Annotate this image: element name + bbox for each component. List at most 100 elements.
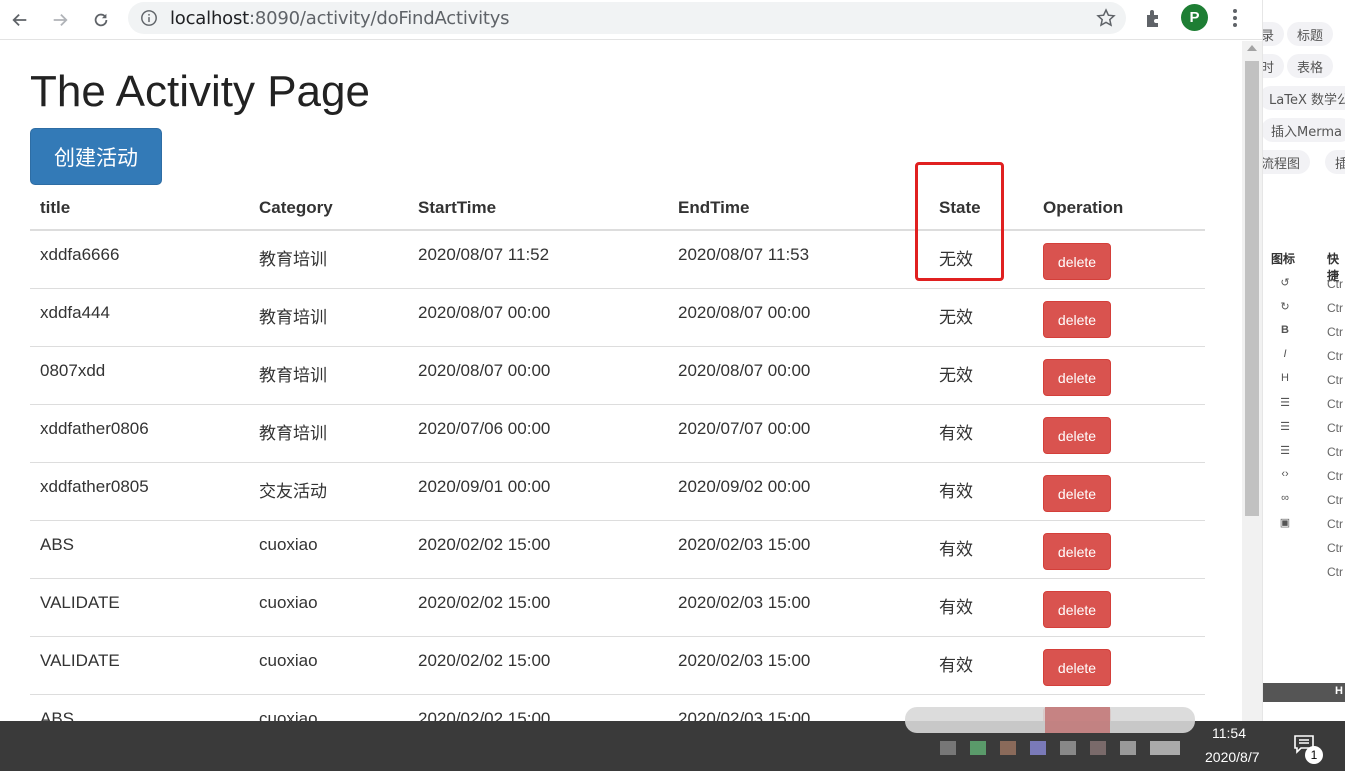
delete-button[interactable]: delete [1043, 533, 1111, 570]
scroll-thumb[interactable] [1245, 61, 1259, 516]
tag-item[interactable]: 标题 [1287, 22, 1334, 46]
cell-state: 无效 [939, 366, 973, 386]
cell-state: 有效 [939, 598, 973, 618]
tray-icon[interactable] [1120, 741, 1136, 755]
tag-item[interactable]: 插 [1325, 150, 1345, 174]
table-row: ABS cuoxiao 2020/02/02 15:00 2020/02/03 … [30, 521, 1205, 579]
url-text[interactable]: localhost:8090/activity/doFindActivitys [170, 8, 510, 29]
table-row: 0807xdd 教育培训 2020/08/07 00:00 2020/08/07… [30, 347, 1205, 405]
back-button[interactable] [6, 6, 34, 34]
table-row: xddfather0805 交友活动 2020/09/01 00:00 2020… [30, 463, 1205, 521]
cell-title: VALIDATE [40, 593, 120, 612]
header-end-time: EndTime [678, 198, 750, 217]
scroll-up-arrow-icon[interactable] [1247, 45, 1257, 51]
tray-icon[interactable] [1000, 741, 1016, 755]
shortcut-icon-header: 图标 [1271, 252, 1296, 266]
tag-item[interactable]: 录 [1263, 22, 1285, 46]
page-scrollbar[interactable] [1242, 41, 1262, 721]
cell-end-time: 2020/08/07 11:53 [678, 245, 810, 264]
arrow-right-icon [53, 13, 68, 27]
activity-table: title Category StartTime EndTime State O… [30, 184, 1205, 721]
table-header: title Category StartTime EndTime State O… [30, 184, 1205, 231]
cell-start-time: 2020/09/01 00:00 [418, 477, 551, 496]
header-category: Category [259, 198, 333, 217]
header-operation: Operation [1043, 198, 1124, 217]
shortcut-key: Ctr [1327, 445, 1343, 459]
delete-button[interactable]: delete [1043, 649, 1111, 686]
shortcut-key: Ctr [1327, 325, 1343, 339]
state-highlight-annotation [915, 162, 1004, 281]
cell-end-time: 2020/09/02 00:00 [678, 477, 811, 496]
checklist-icon: ☰ [1280, 445, 1290, 457]
shortcut-key: Ctr [1327, 565, 1343, 579]
tag-item[interactable]: 插入Merma [1263, 118, 1345, 142]
shortcut-key: Ctr [1327, 301, 1343, 315]
browser-window: localhost:8090/activity/doFindActivitys … [0, 0, 1262, 771]
cell-end-time: 2020/02/03 15:00 [678, 709, 811, 721]
create-activity-button[interactable]: 创建活动 [30, 128, 162, 185]
cell-state: 有效 [939, 540, 973, 560]
tray-icon[interactable] [940, 741, 956, 755]
cell-state: 有效 [939, 656, 973, 676]
unordered-list-icon: ☰ [1280, 421, 1290, 433]
delete-button[interactable]: delete [1043, 591, 1111, 628]
clock-time[interactable]: 11:54 [1212, 725, 1246, 741]
cell-start-time: 2020/02/02 15:00 [418, 535, 551, 554]
profile-avatar[interactable]: P [1181, 4, 1208, 31]
tag-item[interactable]: 表格 [1287, 54, 1334, 78]
shortcut-key: Ctr [1327, 421, 1343, 435]
reload-icon [94, 13, 108, 27]
tray-icon[interactable] [1060, 741, 1076, 755]
table-row: xddfa6666 教育培训 2020/08/07 11:52 2020/08/… [30, 231, 1205, 289]
cell-category: cuoxiao [259, 709, 318, 721]
extensions-puzzle-icon[interactable] [1143, 7, 1165, 29]
bookmark-star-icon[interactable] [1096, 8, 1116, 28]
cell-start-time: 2020/02/02 15:00 [418, 709, 551, 721]
cell-end-time: 2020/02/03 15:00 [678, 535, 811, 554]
delete-button[interactable]: delete [1043, 359, 1111, 396]
clock-date[interactable]: 2020/8/7 [1205, 749, 1260, 765]
cell-category: 教育培训 [259, 308, 327, 328]
delete-button[interactable]: delete [1043, 243, 1111, 280]
cell-start-time: 2020/02/02 15:00 [418, 593, 551, 612]
info-icon[interactable] [140, 9, 158, 27]
table-row: VALIDATE cuoxiao 2020/02/02 15:00 2020/0… [30, 579, 1205, 637]
cell-end-time: 2020/02/03 15:00 [678, 593, 811, 612]
delete-button[interactable]: delete [1043, 475, 1111, 512]
side-bar-label: H [1335, 685, 1343, 697]
cell-start-time: 2020/07/06 00:00 [418, 419, 551, 438]
reload-button[interactable] [87, 6, 115, 34]
shortcut-key: Ctr [1327, 493, 1343, 507]
cell-title: ABS [40, 535, 75, 554]
tray-icon[interactable] [1090, 741, 1106, 755]
kebab-menu-icon[interactable] [1225, 7, 1245, 29]
cell-start-time: 2020/02/02 15:00 [418, 651, 551, 670]
shortcut-key: Ctr [1327, 541, 1343, 555]
delete-button[interactable]: delete [1043, 417, 1111, 454]
tag-item[interactable]: 时 [1263, 54, 1285, 78]
tray-icon[interactable] [1150, 741, 1180, 755]
tray-icon[interactable] [970, 741, 986, 755]
tag-item[interactable]: LaTeX 数学公 [1263, 86, 1345, 110]
cell-state: 有效 [939, 482, 973, 502]
cell-category: 教育培训 [259, 424, 327, 444]
page-title: The Activity Page [30, 67, 370, 116]
bold-icon: B [1281, 324, 1289, 336]
tag-item[interactable]: 流程图 [1263, 150, 1311, 174]
heading-icon: H [1281, 372, 1289, 384]
delete-button[interactable]: delete [1043, 301, 1111, 338]
cell-title: ABS [40, 709, 75, 721]
cell-title: xddfa6666 [40, 245, 120, 264]
redo-icon: ↻ [1280, 301, 1290, 313]
shortcut-key: Ctr [1327, 397, 1343, 411]
notification-badge: 1 [1305, 746, 1323, 764]
editor-side-panel: 录 标题 时 表格 LaTeX 数学公 插入Merma 流程图 插 图标 快捷 … [1262, 0, 1345, 721]
header-title: title [40, 198, 71, 217]
tray-icon[interactable] [1030, 741, 1046, 755]
url-host: localhost [170, 8, 249, 29]
address-bar[interactable]: localhost:8090/activity/doFindActivitys [128, 2, 1126, 34]
code-icon: ‹› [1281, 468, 1289, 480]
forward-button[interactable] [46, 6, 74, 34]
shortcut-key: Ctr [1327, 277, 1343, 291]
cell-title: xddfather0806 [40, 419, 149, 438]
